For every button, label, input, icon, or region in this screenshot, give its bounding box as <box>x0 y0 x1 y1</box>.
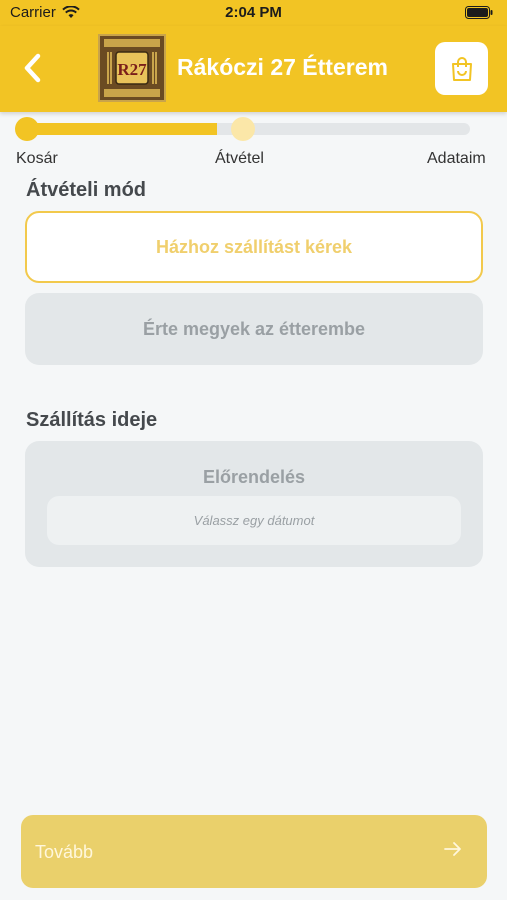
logo-text: R27 <box>117 60 147 79</box>
battery-icon <box>465 6 493 19</box>
preorder-card[interactable]: Előrendelés Válassz egy dátumot <box>25 441 483 567</box>
pickup-section-title: Átvételi mód <box>26 179 147 201</box>
shopping-bag-icon <box>451 56 472 81</box>
delivery-time-section-title: Szállítás ideje <box>26 409 158 431</box>
logo-emblem-icon: R27 <box>100 36 164 100</box>
arrow-right-icon <box>444 842 461 856</box>
step-label-details[interactable]: Adataim <box>427 150 486 168</box>
status-bar: Carrier 2:04 PM <box>0 0 507 26</box>
cart-button[interactable] <box>435 42 488 95</box>
step-label-pickup[interactable]: Átvétel <box>215 150 264 168</box>
next-button-label: Tovább <box>35 842 94 862</box>
step-label-cart[interactable]: Kosár <box>16 150 58 168</box>
progress-fill <box>27 123 217 135</box>
back-button[interactable] <box>16 50 52 86</box>
date-picker-field[interactable]: Válassz egy dátumot <box>47 496 461 545</box>
step-dot-cart <box>15 117 39 141</box>
next-button[interactable]: Tovább <box>21 815 487 888</box>
home-delivery-option[interactable]: Házhoz szállítást kérek <box>25 211 483 283</box>
restaurant-pickup-option[interactable]: Érte megyek az étterembe <box>25 293 483 365</box>
chevron-left-icon <box>24 53 41 83</box>
page-title: Rákóczi 27 Étterem <box>177 54 388 80</box>
status-time: 2:04 PM <box>225 4 282 21</box>
app-header: R27 Rákóczi 27 Étterem <box>0 26 507 112</box>
restaurant-logo: R27 <box>98 34 166 102</box>
preorder-title: Előrendelés <box>202 467 306 487</box>
step-dot-pickup <box>231 117 255 141</box>
